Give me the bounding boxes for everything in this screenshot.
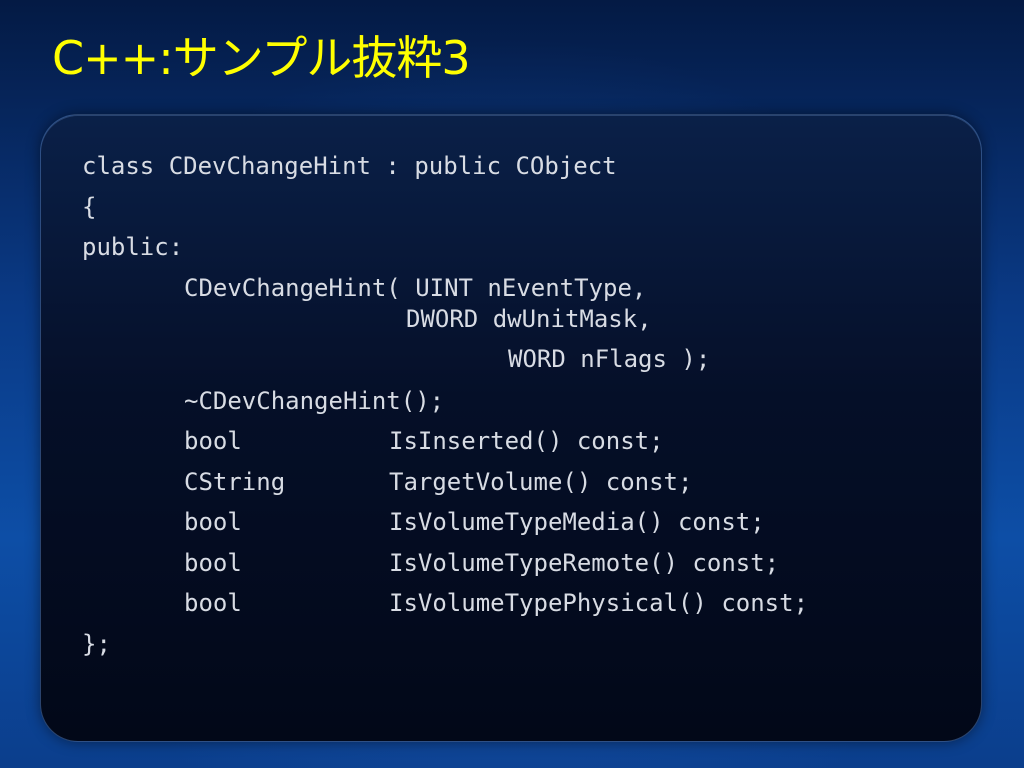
code-line: IsInserted() const; <box>389 427 664 455</box>
code-line: IsVolumeTypeMedia() const; <box>389 508 765 536</box>
code-line: TargetVolume() const; <box>389 468 693 496</box>
code-line: bool <box>184 549 242 577</box>
code-line: CString <box>184 468 286 496</box>
code-line: bool <box>184 427 242 455</box>
code-line: IsVolumeTypeRemote() const; <box>389 549 780 577</box>
code-line: IsVolumeTypePhysical() const; <box>389 589 809 617</box>
code-line: }; <box>82 630 111 658</box>
code-line: DWORD dwUnitMask, <box>406 305 652 333</box>
code-line: WORD nFlags ); <box>508 345 711 373</box>
slide-title: C++:サンプル抜粋3 <box>52 31 471 85</box>
code-line: bool <box>184 508 242 536</box>
code-line: CDevChangeHint( UINT nEventType, <box>184 274 647 302</box>
code-line: class CDevChangeHint : public CObject <box>82 152 617 180</box>
code-line: { <box>82 193 97 221</box>
code-line: bool <box>184 589 242 617</box>
code-line: ~CDevChangeHint(); <box>184 387 445 415</box>
code-panel: class CDevChangeHint : public CObject { … <box>40 114 982 742</box>
code-line: public: <box>82 233 184 261</box>
